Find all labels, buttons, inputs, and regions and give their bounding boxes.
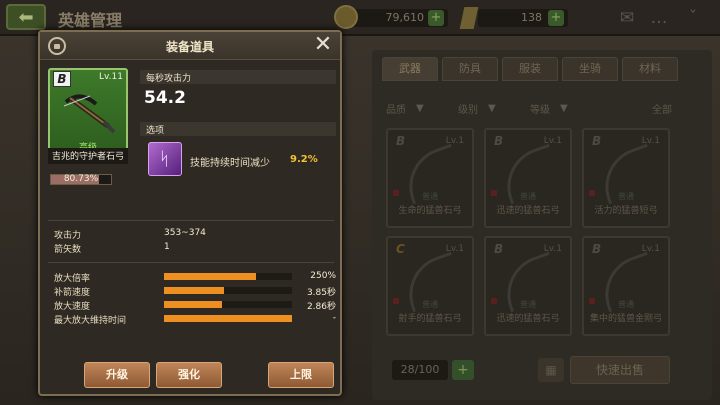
equipment-dialog: 装备道具 ✕ B Lv.11 高级 吉兆的守护者石弓 80.73% 每秒攻击力 … (38, 30, 342, 396)
back-arrow-icon: ⬅ (18, 6, 34, 28)
stat-name: 箭矢数 (54, 245, 82, 255)
grade-badge: C (396, 242, 405, 256)
item-grade: 普通 (618, 300, 634, 309)
item-grade: 普通 (422, 300, 438, 309)
filter-tier[interactable]: 级别 ▼ (458, 101, 524, 116)
dropdown-arrow-icon: ▼ (488, 102, 496, 114)
inventory-slot[interactable]: B Lv.1 普通 生命的猛兽石弓 (386, 128, 474, 228)
bar-stat-fill (164, 273, 257, 280)
item-grade: 普通 (618, 192, 634, 201)
bar-stat-track (164, 315, 292, 322)
inventory-slot[interactable]: B Lv.1 普通 迅速的猛兽石弓 (484, 128, 572, 228)
tab-mount[interactable]: 坐骑 (562, 57, 618, 81)
dropdown-arrow-icon: ▼ (560, 102, 568, 114)
option-label: 选项 (146, 126, 165, 136)
bar-stat-name: 放大倍率 (54, 274, 91, 284)
add-gem-button[interactable]: + (548, 10, 564, 26)
divider (48, 220, 334, 221)
option-value: 9.2% (290, 154, 318, 165)
inventory-tabs: 武器 防具 服装 坐骑 材料 (382, 57, 678, 81)
inventory-slot[interactable]: B Lv.1 普通 迅速的猛兽石弓 (484, 236, 572, 336)
bar-stat-name: 放大速度 (54, 302, 91, 312)
gold-coin-icon (334, 5, 358, 29)
tab-costume[interactable]: 服装 (502, 57, 558, 81)
grade-badge: B (592, 242, 602, 256)
item-name: 活力的猛兽短弓 (594, 206, 658, 216)
bar-stat-name: 补箭速度 (54, 288, 91, 298)
option-name: 技能持续时间减少 (190, 158, 270, 169)
item-name: 吉兆的守护者石弓 (51, 152, 124, 162)
limit-break-button[interactable]: 上限 (268, 362, 334, 388)
dps-label: 每秒攻击力 (146, 74, 192, 84)
tab-material[interactable]: 材料 (622, 57, 678, 81)
inventory-slot[interactable]: B Lv.1 普通 活力的猛兽短弓 (582, 128, 670, 228)
grade-badge: B (396, 134, 406, 148)
filter-quality[interactable]: 品质 ▼ (386, 101, 452, 116)
close-icon[interactable]: ✕ (312, 34, 334, 56)
stat-value: 1 (164, 242, 170, 252)
inventory-slot[interactable]: B Lv.1 普通 集中的猛兽金刚弓 (582, 236, 670, 336)
back-button[interactable]: ⬅ (6, 4, 46, 30)
grade-badge: B (53, 71, 71, 87)
item-name: 迅速的猛兽石弓 (496, 206, 560, 216)
item-name: 射手的猛兽石弓 (398, 314, 462, 324)
bar-stat-track (164, 301, 292, 308)
grade-badge: B (494, 134, 504, 148)
filter-all[interactable]: 全部 (602, 101, 672, 116)
bar-stat-fill (164, 301, 222, 308)
item-name: 生命的猛兽石弓 (398, 206, 462, 216)
item-name: 集中的猛兽金刚弓 (589, 314, 662, 324)
filter-level[interactable]: 等级 ▼ (530, 101, 596, 116)
item-level: Lv.11 (99, 72, 123, 82)
expand-inventory-button[interactable]: + (452, 360, 474, 380)
stat-name: 攻击力 (54, 231, 82, 241)
grid-icon: ▦ (545, 363, 557, 377)
gem-icon (459, 7, 479, 29)
dropdown-arrow-icon: ▼ (416, 102, 424, 114)
exp-progress-text: 80.73% (63, 174, 99, 184)
bar-stat-value: 2.86秒 (306, 302, 336, 312)
bar-stat-value: - (332, 313, 336, 323)
item-grade: 普通 (520, 300, 536, 309)
chat-icon[interactable]: … (648, 8, 670, 28)
bar-stat-name: 最大放大维持时间 (54, 316, 127, 326)
grid-view-button[interactable]: ▦ (538, 358, 564, 382)
add-gold-button[interactable]: + (428, 10, 444, 26)
option-header (140, 122, 336, 136)
bar-stat-value: 3.85秒 (306, 288, 336, 298)
bar-stat-fill (164, 315, 292, 322)
quick-sell-button[interactable]: 快速出售 (570, 356, 670, 384)
item-grade: 普通 (520, 192, 536, 201)
bar-stat-value: 250% (310, 271, 336, 281)
item-grade: 普通 (422, 192, 438, 201)
inventory-count: 28/100 (392, 360, 448, 380)
inventory-slot[interactable]: C Lv.1 普通 射手的猛兽石弓 (386, 236, 474, 336)
grade-badge: B (592, 134, 602, 148)
chevron-down-icon[interactable]: ˇ (682, 8, 704, 28)
dps-value: 54.2 (144, 88, 186, 108)
screen: ⬅ 英雄管理 79,610 + 138 + ✉ … ˇ 武器 防具 服装 坐骑 … (0, 0, 720, 405)
enhance-button[interactable]: 强化 (156, 362, 222, 388)
bar-stat-fill (164, 287, 225, 294)
tab-armor[interactable]: 防具 (442, 57, 498, 81)
page-title: 英雄管理 (58, 11, 123, 30)
grade-badge: B (494, 242, 504, 256)
stat-value: 353~374 (164, 228, 206, 238)
divider (48, 262, 334, 263)
upgrade-button[interactable]: 升级 (84, 362, 150, 388)
item-name: 迅速的猛兽石弓 (496, 314, 560, 324)
dialog-header: 装备道具 ✕ (40, 32, 340, 60)
crossbow-icon (63, 94, 116, 134)
skill-rune-icon (148, 142, 182, 176)
bar-stat-track (164, 287, 292, 294)
inventory-grid: B Lv.1 普通 生命的猛兽石弓 B Lv.1 普通 迅速的猛兽石弓 B Lv… (386, 128, 670, 336)
dialog-title: 装备道具 (165, 40, 214, 54)
bar-stat-track (164, 273, 292, 280)
filter-bar: 品质 ▼ 级别 ▼ 等级 ▼ 全部 (386, 98, 706, 118)
mail-icon[interactable]: ✉ (616, 8, 638, 28)
tab-weapon[interactable]: 武器 (382, 57, 438, 81)
